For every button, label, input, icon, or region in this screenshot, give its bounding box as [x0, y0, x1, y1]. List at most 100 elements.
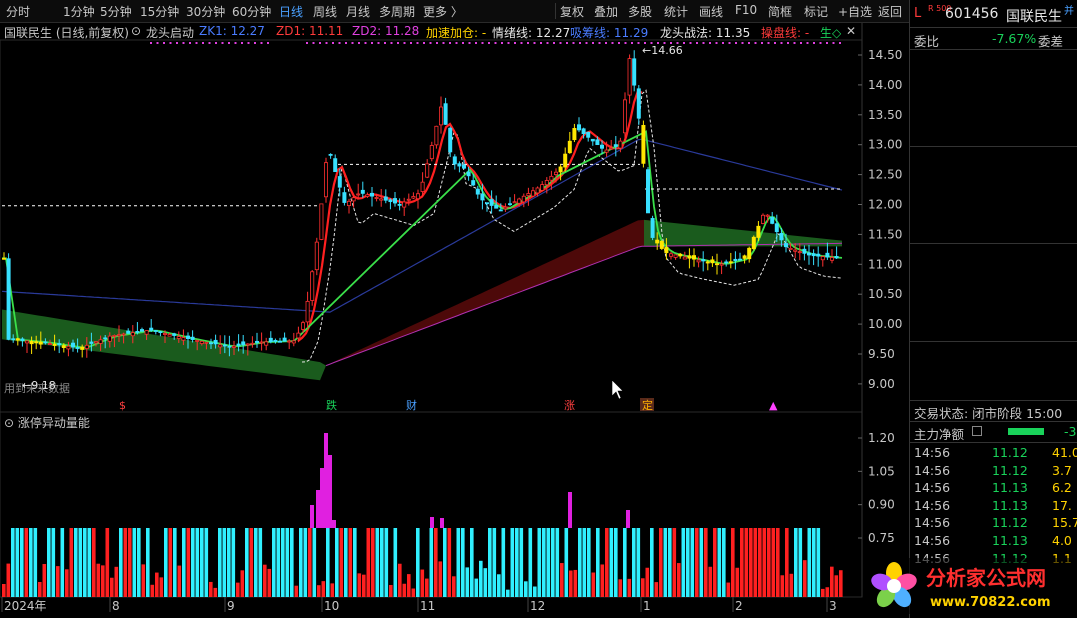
energy-bar: [767, 528, 771, 597]
statistics-button[interactable]: 统计: [664, 3, 688, 20]
signal-dot: [377, 42, 380, 44]
candle-body: [434, 125, 439, 146]
overlay-button[interactable]: 叠加: [594, 3, 618, 20]
candle-body: [277, 340, 282, 343]
signal-dot: [839, 42, 841, 44]
signal-dot: [826, 42, 828, 44]
tab-1min[interactable]: 1分钟: [63, 3, 95, 20]
restore-rights-button[interactable]: 复权: [560, 3, 584, 20]
candle-body: [531, 190, 536, 197]
energy-bar: [564, 528, 569, 597]
main-flow-value: -3: [1064, 424, 1077, 439]
back-button[interactable]: 返回: [878, 3, 902, 20]
candle-body: [466, 171, 471, 177]
signal-dot: [585, 42, 588, 44]
candle-body: [701, 259, 706, 262]
energy-bar: [195, 528, 200, 597]
tab-monthly[interactable]: 月线: [346, 3, 370, 20]
tab-5min[interactable]: 5分钟: [100, 3, 132, 20]
signal-dot: [189, 42, 191, 44]
signal-dot: [247, 42, 250, 44]
order-ratio-value: -7.67%: [992, 31, 1037, 46]
energy-bar: [735, 567, 740, 597]
f10-button[interactable]: F10: [735, 3, 757, 17]
candle-body: [254, 340, 259, 343]
tab-fenshi[interactable]: 分时: [6, 3, 30, 20]
indicator-settings-icon[interactable]: ⊙: [131, 24, 141, 38]
divider: [910, 146, 1077, 147]
tab-multi-period[interactable]: 多周期: [379, 3, 415, 20]
candle-body: [830, 257, 835, 261]
signal-dot: [579, 42, 581, 44]
energy-bar: [497, 574, 501, 597]
ask-row: [914, 109, 1077, 128]
add-watchlist-button[interactable]: +自选: [838, 3, 872, 20]
energy-bar: [69, 528, 74, 597]
tab-weekly[interactable]: 周线: [313, 3, 337, 20]
signal-dot: [215, 42, 217, 44]
energy-bar: [555, 528, 560, 597]
candle-body: [517, 198, 522, 204]
signal-dot: [618, 42, 620, 44]
list-icon[interactable]: [972, 426, 982, 436]
candle-body: [181, 337, 186, 341]
multi-stock-button[interactable]: 多股: [628, 3, 652, 20]
candle-body: [2, 257, 7, 260]
energy-bar: [249, 528, 254, 597]
infobar-close-icon[interactable]: ✕: [846, 24, 856, 38]
low-price-value: 9.18: [31, 379, 56, 392]
time-tick-label: 11: [420, 599, 435, 613]
indicator-name[interactable]: 龙头启动: [146, 24, 194, 40]
energy-bar: [483, 568, 488, 597]
candle-body: [429, 145, 434, 160]
signal-dot: [475, 42, 477, 44]
abnormal-spike: [320, 468, 324, 528]
energy-bar: [749, 528, 753, 597]
energy-bar: [465, 567, 470, 597]
sub-panel-settings-icon[interactable]: ⊙: [4, 416, 18, 430]
signal-dot: [319, 42, 321, 44]
simple-frame-button[interactable]: 简框: [768, 3, 792, 20]
signal-dot: [566, 42, 568, 44]
candle-body: [475, 188, 480, 195]
energy-bar: [96, 563, 101, 597]
candle-body: [356, 193, 361, 196]
energy-bar: [677, 563, 681, 597]
pin-icon[interactable]: 并: [1064, 2, 1074, 17]
tab-30min[interactable]: 30分钟: [186, 3, 225, 20]
price-axis: 14.50 14.00 13.50 13.00 12.50 12.00 11.50 11.00…: [858, 48, 902, 545]
tab-60min[interactable]: 60分钟: [232, 3, 271, 20]
signal-dot: [241, 42, 243, 44]
energy-bar: [92, 528, 96, 597]
candle-body: [567, 140, 572, 154]
candle-body: [264, 341, 269, 346]
candle-body: [379, 198, 384, 201]
signal-dot: [761, 42, 763, 44]
candle-body: [797, 251, 802, 254]
energy-bar: [335, 528, 339, 597]
signal-dot: [611, 42, 614, 44]
tab-15min[interactable]: 15分钟: [140, 3, 179, 20]
energy-bar: [695, 528, 699, 597]
signal-dot: [800, 42, 802, 44]
tab-daily[interactable]: 日线: [279, 3, 303, 20]
energy-bar: [708, 566, 713, 597]
sub-panel-title[interactable]: ⊙ 涨停异动量能: [4, 414, 90, 431]
signal-dot: [176, 42, 178, 44]
candle-body: [471, 180, 476, 186]
signal-dot: [533, 42, 536, 44]
mark-button[interactable]: 标记: [804, 3, 828, 20]
tick-time: 14:56: [914, 480, 951, 496]
tab-more[interactable]: 更多 〉: [423, 3, 463, 20]
candle-body: [558, 166, 563, 173]
candle-body: [112, 335, 117, 337]
abnormal-spike: [440, 518, 444, 528]
energy-bar: [704, 528, 708, 597]
indicator-info-bar: 国联民生 (日线,前复权) ⊙ 龙头启动 ZK1: 12.27 ZD1: 11.…: [0, 22, 862, 40]
energy-bar: [168, 528, 173, 597]
energy-bar: [713, 528, 717, 597]
candle-body: [117, 334, 122, 337]
signal-dot: [163, 42, 165, 44]
energy-bar: [330, 583, 335, 597]
draw-line-button[interactable]: 画线: [699, 3, 723, 20]
